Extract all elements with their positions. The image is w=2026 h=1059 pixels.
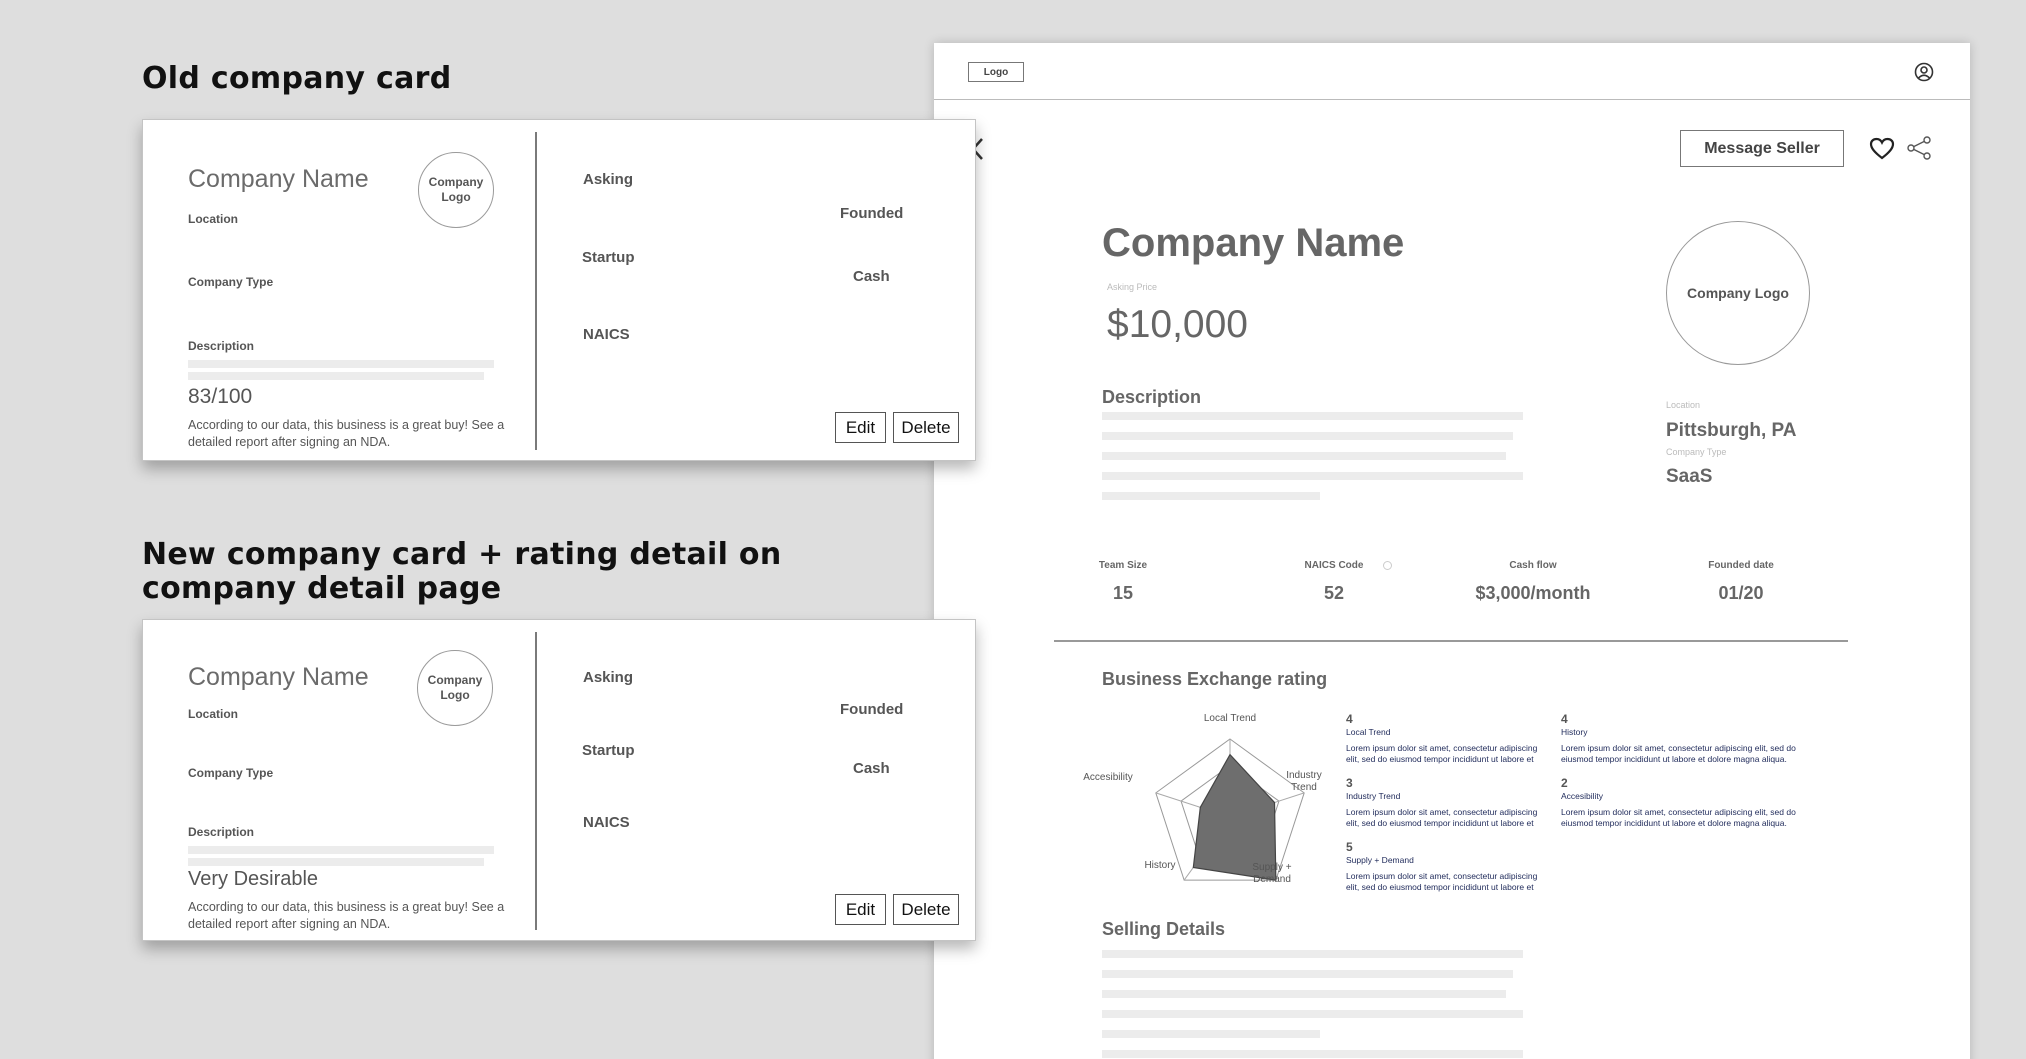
card-rating-note: According to our data, this business is …: [188, 418, 505, 449]
card-cash-label: Cash: [853, 760, 890, 777]
selling-placeholder-line: [1102, 1050, 1523, 1058]
heart-icon[interactable]: [1869, 137, 1895, 161]
card-founded-label: Founded: [840, 701, 904, 718]
selling-placeholder-line: [1102, 970, 1513, 978]
description-placeholder-line: [188, 372, 484, 380]
rating-score: 3: [1346, 776, 1353, 790]
description-placeholder-line: [188, 846, 494, 854]
old-card-heading: Old company card: [142, 61, 452, 96]
new-card-heading-line2: company detail page: [142, 571, 502, 606]
card-rating: Very Desirable: [188, 868, 319, 890]
rating-text: Lorem ipsum dolor sit amet, consectetur …: [1346, 871, 1538, 892]
card-startup-label: Startup: [582, 742, 635, 759]
card-asking-label: Asking: [583, 171, 634, 188]
description-placeholder-line: [1102, 492, 1320, 500]
description-placeholder-line: [188, 858, 484, 866]
card-rating: 83/100: [188, 385, 253, 408]
asking-price-label: Asking Price: [1107, 282, 1158, 292]
rating-score: 5: [1346, 840, 1353, 854]
card-description-label: Description: [188, 825, 255, 839]
rating-score: 4: [1346, 712, 1353, 726]
company-type-label: Company Type: [1666, 447, 1727, 457]
company-detail-page: Logo Message Seller Company Name Asking …: [934, 43, 1970, 1059]
rating-name: History: [1561, 727, 1588, 737]
description-placeholder-line: [1102, 452, 1506, 460]
edit-button[interactable]: Edit: [835, 412, 886, 443]
card-company-type-label: Company Type: [188, 766, 274, 780]
delete-button[interactable]: Delete: [893, 412, 959, 443]
card-company-name: Company Name: [188, 663, 369, 691]
location-label: Location: [1666, 400, 1701, 410]
card-divider: [535, 632, 537, 930]
description-title: Description: [1102, 387, 1202, 407]
section-divider: [1054, 640, 1848, 642]
selling-placeholder-line: [1102, 1030, 1320, 1038]
rating-name: Local Trend: [1346, 727, 1391, 737]
card-rating-note: According to our data, this business is …: [188, 900, 505, 931]
card-startup-label: Startup: [582, 249, 635, 266]
rating-text: Lorem ipsum dolor sit amet, consectetur …: [1346, 807, 1538, 828]
user-account-icon[interactable]: [1914, 62, 1934, 82]
card-company-type-label: Company Type: [188, 275, 274, 289]
card-description-label: Description: [188, 339, 255, 353]
location-value: Pittsburgh, PA: [1666, 420, 1797, 441]
stat-founded-label: Founded date: [1708, 560, 1774, 571]
card-naics-label: NAICS: [583, 326, 630, 343]
rating-score: 4: [1561, 712, 1568, 726]
company-type-value: SaaS: [1666, 466, 1713, 487]
radar-axis-label: Local Trend: [1203, 713, 1257, 724]
stat-founded-value: 01/20: [1718, 583, 1764, 603]
card-founded-label: Founded: [840, 205, 904, 222]
selling-placeholder-line: [1102, 1010, 1523, 1018]
card-location-label: Location: [188, 707, 238, 721]
stat-naics-value: 52: [1323, 583, 1345, 603]
old-company-card[interactable]: Company Name Location Company Logo Compa…: [142, 119, 976, 461]
card-asking-label: Asking: [583, 669, 634, 686]
rating-name: Supply + Demand: [1346, 855, 1414, 865]
top-bar: Logo: [934, 43, 1970, 100]
edit-button[interactable]: Edit: [835, 894, 886, 925]
radar-axis-label: Accesibility: [1083, 772, 1133, 783]
site-logo[interactable]: Logo: [968, 62, 1024, 82]
selling-placeholder-line: [1102, 950, 1523, 958]
stat-team-size-value: 15: [1112, 583, 1134, 603]
rating-name: Industry Trend: [1346, 791, 1401, 801]
new-company-card[interactable]: Company Name Location Company Logo Compa…: [142, 619, 976, 941]
radar-axis-label: Supply + Demand: [1252, 862, 1292, 885]
detail-company-logo: Company Logo: [1666, 221, 1810, 365]
description-placeholder-line: [188, 360, 494, 368]
card-divider: [535, 132, 537, 450]
card-company-logo: Company Logo: [417, 650, 493, 726]
selling-placeholder-line: [1102, 990, 1506, 998]
stat-cash-flow-value: $3,000/month: [1475, 583, 1591, 603]
message-seller-button[interactable]: Message Seller: [1680, 130, 1844, 167]
new-card-heading-line1: New company card + rating detail on: [142, 537, 782, 572]
share-icon[interactable]: [1906, 136, 1932, 160]
rating-name: Accesibility: [1561, 791, 1604, 801]
card-cash-label: Cash: [853, 268, 890, 285]
description-placeholder-line: [1102, 432, 1513, 440]
rating-radar-chart: [1155, 738, 1305, 881]
rating-score: 2: [1561, 776, 1568, 790]
rating-text: Lorem ipsum dolor sit amet, consectetur …: [1561, 743, 1796, 764]
selling-details-title: Selling Details: [1102, 919, 1226, 939]
card-company-name: Company Name: [188, 165, 369, 193]
description-placeholder-line: [1102, 472, 1523, 480]
asking-price-value: $10,000: [1107, 303, 1248, 346]
stat-cash-flow-label: Cash flow: [1509, 560, 1557, 571]
description-placeholder-line: [1102, 412, 1523, 420]
radar-axis-label: History: [1144, 860, 1176, 871]
stat-team-size-label: Team Size: [1098, 560, 1148, 571]
delete-button[interactable]: Delete: [893, 894, 959, 925]
card-location-label: Location: [188, 212, 238, 226]
radar-axis-label: Industry Trend: [1286, 770, 1322, 793]
card-company-logo: Company Logo: [418, 152, 494, 228]
rating-title: Business Exchange rating: [1102, 669, 1328, 689]
rating-text: Lorem ipsum dolor sit amet, consectetur …: [1561, 807, 1796, 828]
detail-company-name: Company Name: [1102, 221, 1405, 265]
rating-text: Lorem ipsum dolor sit amet, consectetur …: [1346, 743, 1538, 764]
info-icon[interactable]: [1383, 561, 1392, 570]
card-naics-label: NAICS: [583, 814, 630, 831]
